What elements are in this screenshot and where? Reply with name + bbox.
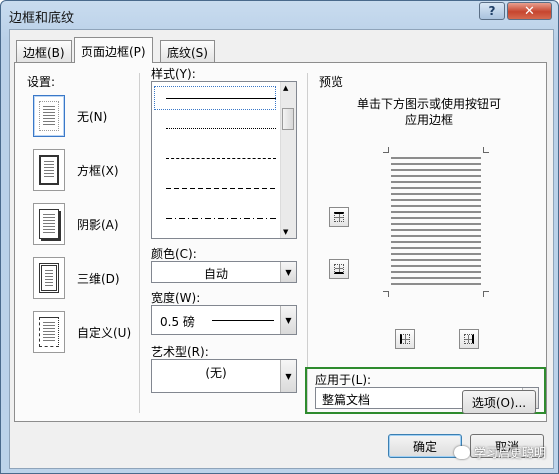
tab-page-border[interactable]: 页面边框(P)	[74, 37, 153, 63]
help-button[interactable]: ?	[479, 2, 505, 20]
style-option-dashed[interactable]	[166, 188, 276, 189]
style-option-dotted[interactable]	[166, 128, 276, 129]
no-border-page-icon	[39, 101, 59, 131]
art-dropdown[interactable]: (无) ▼	[151, 359, 297, 393]
color-label: 颜色(C):	[151, 247, 197, 261]
width-dropdown[interactable]: 0.5 磅 ▼	[151, 305, 297, 335]
settings-label: 设置:	[27, 75, 56, 89]
tab-shading[interactable]: 底纹(S)	[160, 40, 215, 62]
close-button[interactable]: ✕	[507, 2, 552, 20]
setting-shadow-button[interactable]	[33, 203, 65, 245]
watermark-text: 学习启更聪明	[474, 445, 547, 460]
style-label: 样式(Y):	[151, 67, 196, 81]
preview-corner-mark	[483, 291, 489, 297]
chevron-down-icon[interactable]: ▼	[280, 262, 296, 282]
top-border-icon	[334, 212, 344, 222]
ok-button[interactable]: 确定	[388, 434, 462, 458]
preview-corner-mark	[383, 147, 389, 153]
setting-3d-button[interactable]	[33, 257, 65, 299]
dialog-client: 边框(B) 页面边框(P) 底纹(S) 设置: 无(N) 方框(X) 阴影(A)…	[9, 29, 554, 469]
3d-border-page-icon	[39, 263, 59, 293]
right-border-icon	[464, 334, 474, 344]
column-divider	[139, 73, 140, 413]
left-border-icon	[400, 334, 410, 344]
width-value: 0.5 磅	[160, 315, 195, 329]
scroll-up-arrow-icon[interactable]: ▲	[283, 84, 288, 92]
style-option-dashed-small[interactable]	[166, 158, 276, 159]
top-border-toggle-button[interactable]	[329, 207, 349, 227]
setting-box-label: 方框(X)	[77, 164, 119, 178]
setting-custom-label: 自定义(U)	[77, 326, 132, 340]
setting-none-label: 无(N)	[77, 110, 108, 124]
tab-borders[interactable]: 边框(B)	[16, 40, 72, 62]
art-label: 艺术型(R):	[151, 345, 209, 359]
chat-bubble-icon	[454, 445, 470, 459]
art-value: (无)	[205, 366, 227, 380]
style-listbox[interactable]: ▲ ▼	[151, 81, 297, 239]
apply-to-value: 整篇文档	[322, 393, 371, 407]
preview-hint-line1: 单击下方图示或使用按钮可	[356, 97, 501, 111]
preview-corner-mark	[383, 291, 389, 297]
width-label: 宽度(W):	[151, 291, 201, 305]
custom-border-page-icon	[39, 317, 59, 347]
right-border-toggle-button[interactable]	[459, 329, 479, 349]
dialog-title: 边框和底纹	[9, 11, 75, 26]
color-value: 自动	[203, 267, 228, 281]
box-border-page-icon	[39, 155, 59, 185]
bottom-border-toggle-button[interactable]	[329, 259, 349, 279]
width-line-sample	[212, 320, 274, 321]
preview-corner-mark	[483, 147, 489, 153]
style-option-solid[interactable]	[166, 98, 276, 99]
column-divider	[307, 73, 308, 413]
chevron-down-icon[interactable]: ▼	[280, 360, 296, 392]
bottom-border-icon	[334, 264, 344, 274]
dialog-window: 边框和底纹 ? ✕ 边框(B) 页面边框(P) 底纹(S) 设置: 无(N) 方…	[0, 0, 559, 474]
options-button[interactable]: 选项(O)...	[462, 390, 536, 414]
chevron-down-icon[interactable]: ▼	[280, 306, 296, 334]
setting-none-button[interactable]	[33, 95, 65, 137]
preview-hint-line2: 应用边框	[404, 113, 453, 127]
setting-3d-label: 三维(D)	[77, 272, 120, 286]
preview-label: 预览	[319, 75, 344, 89]
color-dropdown[interactable]: 自动 ▼	[151, 261, 297, 283]
watermark: 学习启更聪明	[454, 442, 550, 462]
style-option-dash-dot[interactable]	[166, 218, 276, 219]
page-border-panel: 设置: 无(N) 方框(X) 阴影(A) 三维(D) 自定义(U) 样式(Y):…	[14, 62, 547, 422]
shadow-border-page-icon	[39, 209, 59, 239]
style-scrollbar[interactable]: ▲ ▼	[280, 82, 296, 238]
scroll-thumb[interactable]	[282, 108, 294, 130]
left-border-toggle-button[interactable]	[395, 329, 415, 349]
apply-to-label: 应用于(L):	[315, 373, 372, 387]
setting-custom-button[interactable]	[33, 311, 65, 353]
setting-shadow-label: 阴影(A)	[77, 218, 119, 232]
preview-document[interactable]	[391, 157, 481, 287]
setting-box-button[interactable]	[33, 149, 65, 191]
scroll-down-arrow-icon[interactable]: ▼	[283, 228, 288, 236]
